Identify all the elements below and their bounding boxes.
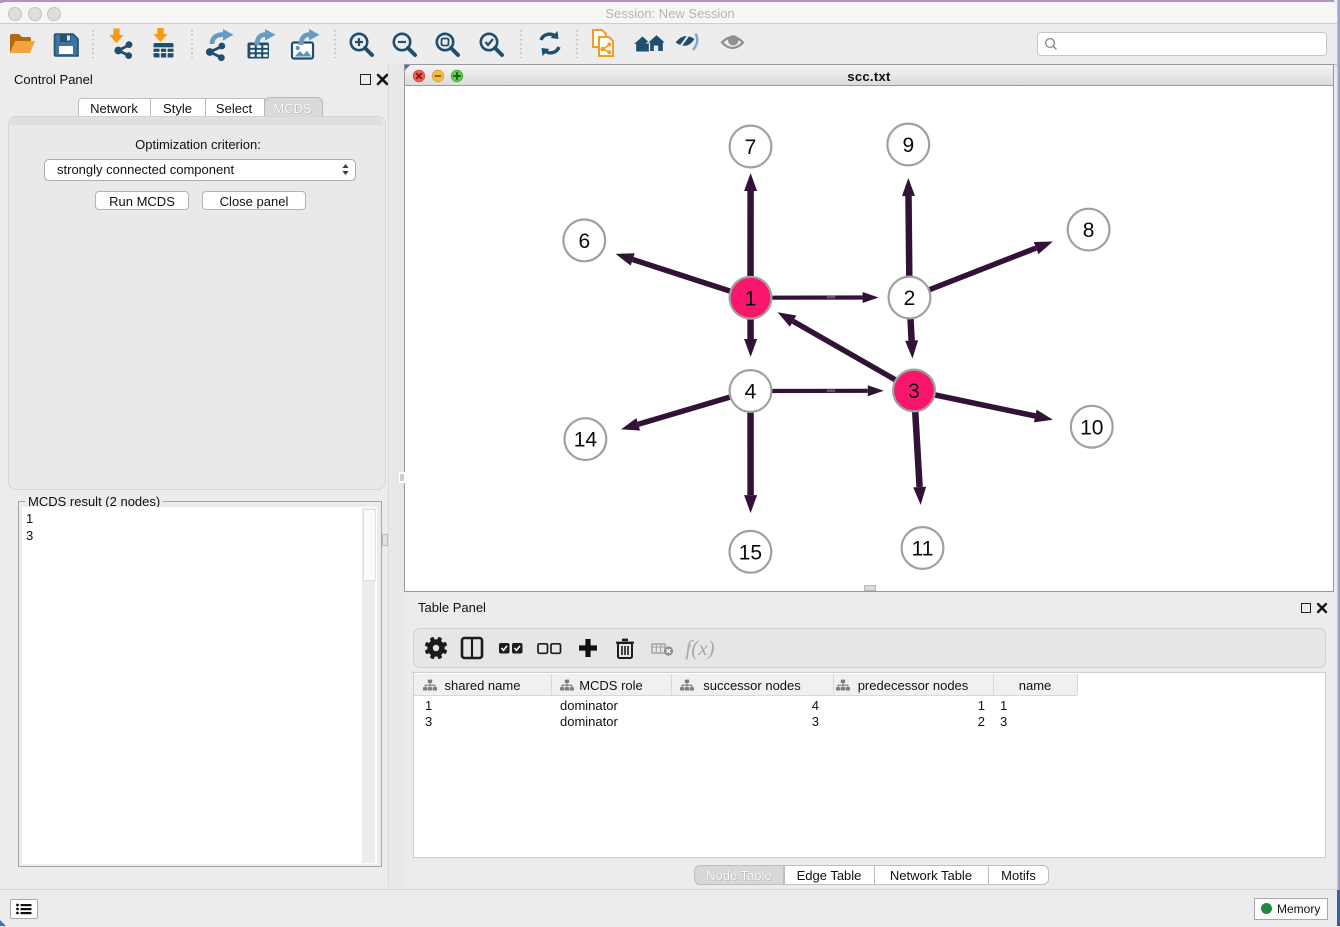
- svg-text:7: 7: [745, 136, 757, 159]
- svg-text:3: 3: [908, 380, 920, 403]
- svg-text:14: 14: [574, 429, 598, 452]
- svg-text:f(x): f(x): [685, 636, 714, 660]
- svg-text:1: 1: [745, 287, 757, 310]
- svg-text:8: 8: [1083, 219, 1095, 242]
- svg-text:2: 2: [904, 287, 916, 310]
- svg-text:6: 6: [578, 230, 590, 253]
- svg-text:9: 9: [902, 134, 914, 157]
- svg-text:15: 15: [739, 541, 762, 564]
- svg-text:10: 10: [1080, 416, 1103, 439]
- svg-text:11: 11: [912, 538, 934, 561]
- svg-text:4: 4: [745, 381, 757, 404]
